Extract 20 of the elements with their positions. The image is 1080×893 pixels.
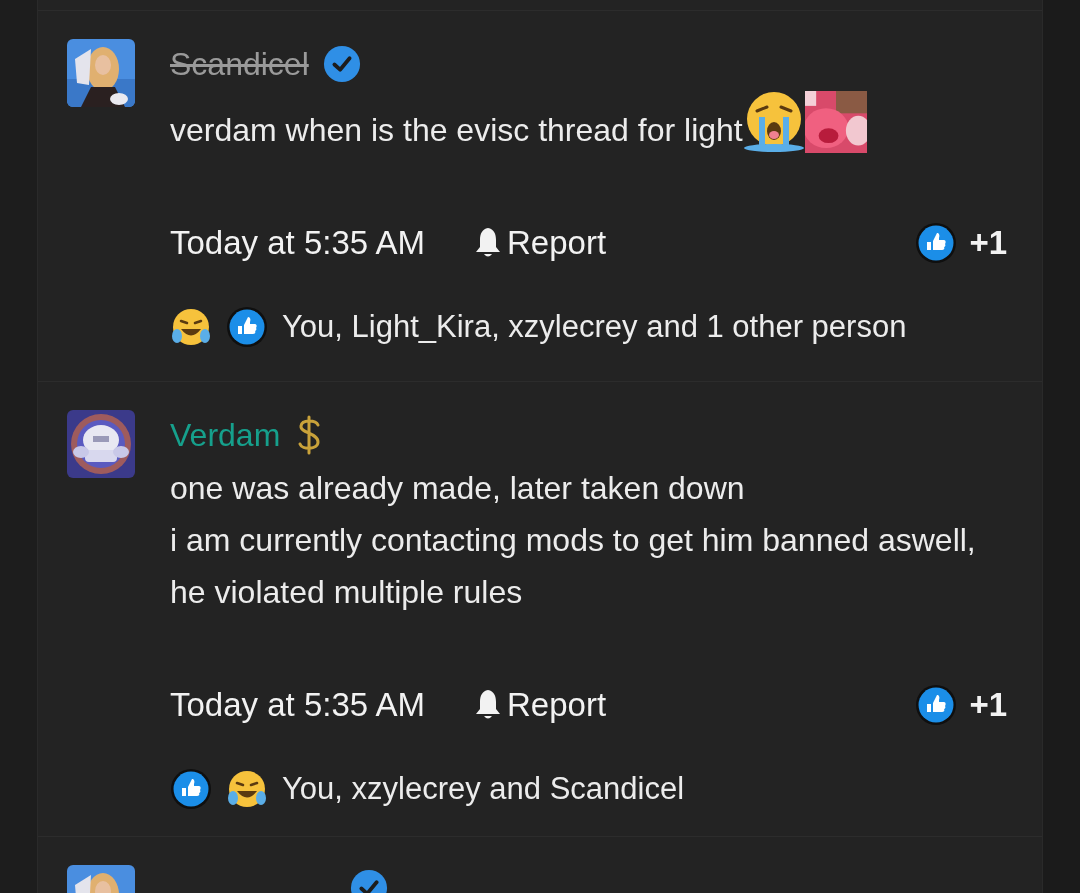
username-link[interactable]: Verdam [170,418,281,451]
thumbs-up-icon [915,683,958,726]
thumbs-up-icon [226,306,268,349]
like-button[interactable]: +1 [915,218,1007,268]
reactions-summary[interactable]: You, xzylecrey and Scandicel [282,765,685,812]
reactions-summary[interactable]: You, Light_Kira, xzylecrey and 1 other person [282,304,907,351]
thumbs-up-icon [915,222,958,264]
user-avatar[interactable] [67,39,135,107]
message-text: verdam when is the evisc thread for light [170,91,985,156]
like-button[interactable]: +1 [915,679,1007,730]
crying-emoji-icon [742,91,805,153]
user-avatar[interactable] [67,409,135,478]
message-text: one was already made, later taken down i am currently contacting mods to get him banned aswell, he violated multiple rules [170,468,977,612]
verified-icon [322,45,361,83]
report-button[interactable]: Report [473,679,607,730]
thumbs-up-icon [170,767,212,810]
timestamp: Today at 5:35 AM [170,684,425,725]
report-button[interactable]: Report [473,218,607,268]
timestamp: Today at 5:35 AM [170,223,425,264]
username-link[interactable]: Scandicel [170,48,309,80]
